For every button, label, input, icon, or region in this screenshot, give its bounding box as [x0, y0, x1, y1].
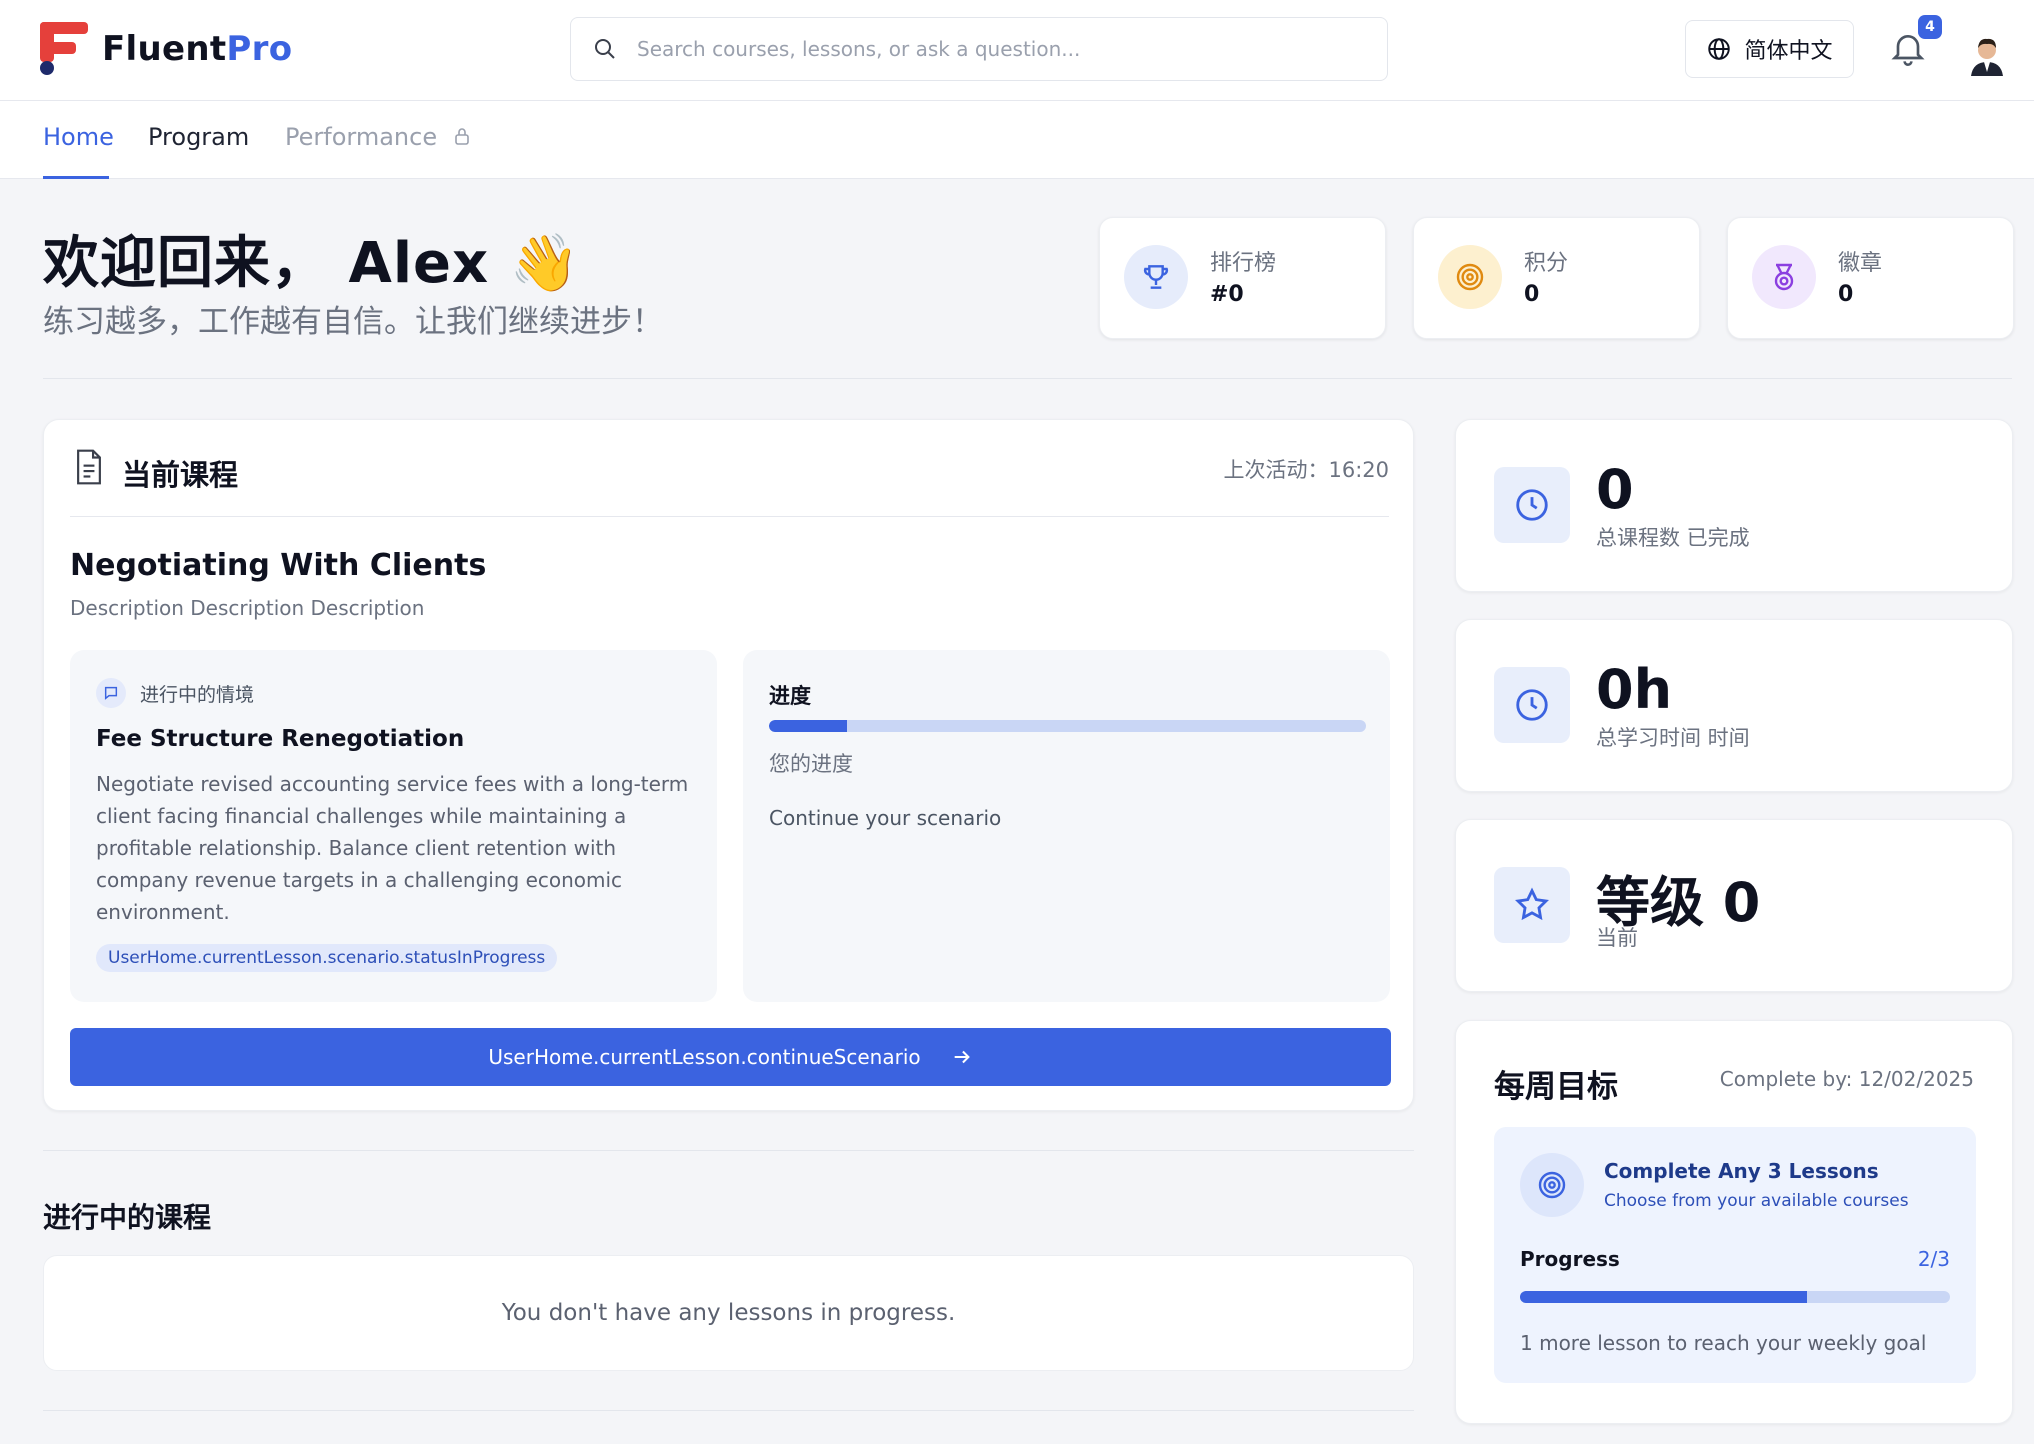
- badges-card[interactable]: 徽章 0: [1727, 217, 2014, 339]
- star-icon: [1494, 867, 1570, 943]
- leaderboard-card[interactable]: 排行榜 #0: [1099, 217, 1386, 339]
- welcome-heading: 欢迎回来， Alex 👋: [43, 231, 581, 296]
- target-icon: [1520, 1153, 1584, 1217]
- points-card[interactable]: 积分 0: [1413, 217, 1700, 339]
- scenario-title: Fee Structure Renegotiation: [96, 726, 465, 752]
- fluentpro-logo-icon: [40, 22, 88, 75]
- summary-label: 当前: [1596, 926, 1638, 950]
- chat-bubble-icon: [96, 678, 126, 708]
- goal-progress-label: Progress: [1520, 1247, 1620, 1271]
- empty-state-card: You don't have any lessons in progress.: [43, 1255, 1414, 1371]
- globe-icon: [1708, 38, 1731, 60]
- summary-label: 总课程数 已完成: [1596, 526, 1750, 550]
- weekly-goal-heading: 每周目标: [1494, 1069, 1618, 1105]
- goal-note: 1 more lesson to reach your weekly goal: [1520, 1331, 1927, 1355]
- progress-heading: 进度: [769, 684, 811, 708]
- summary-value: 0h: [1596, 658, 1673, 721]
- course-description: Description Description Description: [70, 596, 425, 620]
- tab-home[interactable]: Home: [43, 123, 114, 151]
- stat-label: 徽章: [1838, 251, 1883, 276]
- active-tab-indicator: [43, 176, 109, 179]
- scenario-panel: 进行中的情境 Fee Structure Renegotiation Negot…: [70, 650, 717, 1002]
- lock-icon: [454, 128, 469, 145]
- current-course-heading: 当前课程: [122, 458, 239, 492]
- weekly-goal-card: 每周目标 Complete by: 12/02/2025 Complete An…: [1455, 1020, 2013, 1424]
- language-selector[interactable]: 简体中文: [1685, 20, 1854, 78]
- summary-label: 总学习时间 时间: [1596, 726, 1750, 750]
- stat-value: #0: [1210, 282, 1244, 307]
- goal-progress-count: 2/3: [1917, 1247, 1950, 1271]
- section-divider: [43, 1150, 1414, 1151]
- stat-value: 0: [1838, 282, 1854, 307]
- wave-emoji: 👋: [509, 231, 581, 296]
- goal-progress-bar: [1520, 1291, 1950, 1303]
- card-divider: [70, 516, 1389, 517]
- continue-scenario-button[interactable]: UserHome.currentLesson.continueScenario: [70, 1028, 1391, 1086]
- notification-badge: 4: [1918, 15, 1942, 39]
- goal-progress-fill: [1520, 1291, 1807, 1303]
- last-activity: 上次活动：16:20: [1223, 458, 1389, 482]
- target-icon: [1438, 245, 1502, 309]
- clock-icon: [1494, 667, 1570, 743]
- clock-icon: [1494, 467, 1570, 543]
- brand-name: FluentPro: [102, 29, 293, 69]
- goal-deadline: Complete by: 12/02/2025: [1719, 1067, 1974, 1091]
- your-progress-label: 您的进度: [769, 752, 853, 776]
- current-course-card: 当前课程 上次活动：16:20 Negotiating With Clients…: [43, 419, 1414, 1111]
- study-time-card: 0h 总学习时间 时间: [1455, 619, 2013, 792]
- scenario-label: 进行中的情境: [140, 684, 255, 706]
- arrow-right-icon: [954, 1050, 970, 1064]
- lessons-completed-card: 0 总课程数 已完成: [1455, 419, 2013, 592]
- section-divider: [43, 378, 2012, 379]
- language-label: 简体中文: [1744, 39, 1833, 64]
- tab-performance-label: Performance: [285, 123, 438, 151]
- document-icon: [77, 449, 101, 485]
- goal-title: Complete Any 3 Lessons: [1604, 1159, 1879, 1183]
- search-icon: [595, 39, 615, 59]
- search-input[interactable]: [637, 37, 1337, 61]
- course-title: Negotiating With Clients: [70, 548, 487, 583]
- level-card: 等级 0 当前: [1455, 819, 2013, 992]
- main-nav: Home Program Performance: [0, 101, 2034, 179]
- in-progress-heading: 进行中的课程: [43, 1201, 212, 1234]
- top-header: FluentPro 简体中文 4: [0, 0, 2034, 101]
- goal-subtitle: Choose from your available courses: [1604, 1191, 1909, 1211]
- status-badge: UserHome.currentLesson.scenario.statusIn…: [96, 944, 558, 972]
- progress-bar-fill: [769, 720, 847, 732]
- scenario-description: Negotiate revised accounting service fee…: [96, 772, 689, 924]
- section-divider: [43, 1410, 1414, 1411]
- brand-logo[interactable]: FluentPro: [40, 22, 292, 76]
- trophy-icon: [1124, 245, 1188, 309]
- stat-value: 0: [1524, 282, 1540, 307]
- continue-button-label: UserHome.currentLesson.continueScenario: [488, 1045, 921, 1069]
- search-bar[interactable]: [570, 17, 1388, 81]
- tab-program[interactable]: Program: [148, 123, 249, 151]
- stat-label: 排行榜: [1210, 251, 1277, 276]
- goal-detail-panel: Complete Any 3 Lessons Choose from your …: [1494, 1127, 1976, 1383]
- progress-bar: [769, 720, 1366, 732]
- welcome-subtitle: 练习越多，工作越有自信。让我们继续进步！: [43, 304, 663, 340]
- progress-panel: 进度 您的进度 Continue your scenario: [743, 650, 1390, 1002]
- stat-label: 积分: [1524, 251, 1569, 276]
- tab-performance: Performance: [285, 123, 471, 151]
- medal-icon: [1752, 245, 1816, 309]
- continue-scenario-text: Continue your scenario: [769, 806, 1002, 830]
- summary-value: 0: [1596, 458, 1634, 521]
- avatar[interactable]: [1967, 32, 2007, 76]
